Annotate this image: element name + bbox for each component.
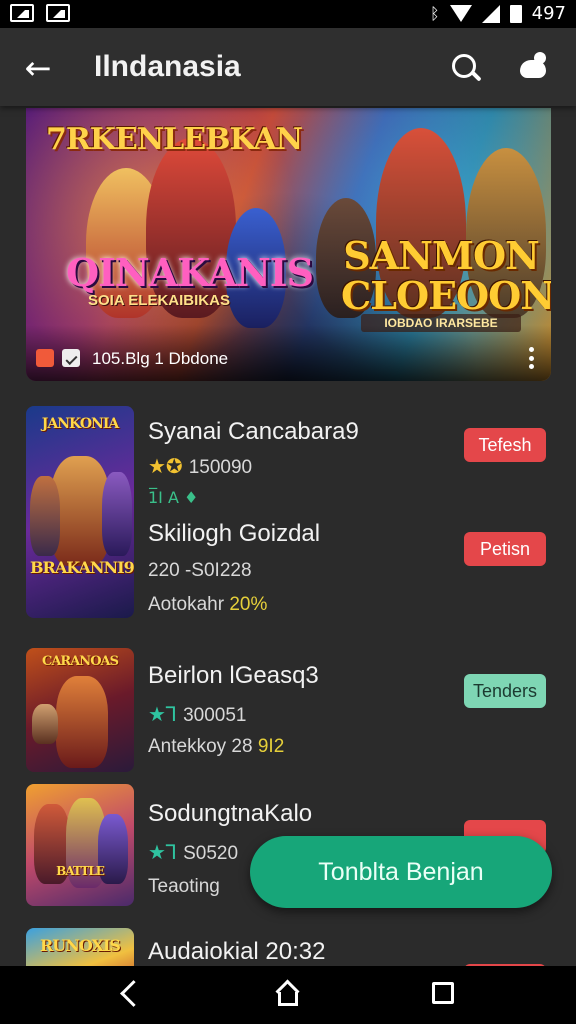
- video-icon: [36, 349, 54, 367]
- item-rating: ★✪ 150090: [148, 454, 252, 479]
- nav-home-icon[interactable]: [274, 980, 302, 1008]
- rating-value: 300051: [183, 705, 247, 726]
- game-thumbnail[interactable]: BATTLE: [26, 784, 134, 906]
- tenders-button[interactable]: Tenders: [464, 674, 546, 708]
- cloud-icon[interactable]: [514, 50, 554, 90]
- rating-value: S0520: [183, 843, 239, 864]
- item-title: Syanai Cancabara9: [148, 418, 359, 445]
- refresh-button[interactable]: Tefesh: [464, 428, 546, 462]
- bluetooth-icon: ᛒ: [430, 4, 440, 23]
- nav-recents-icon[interactable]: [432, 982, 454, 1004]
- banner-logo-left-sub: SOIA ELEKAIBIKAS: [88, 292, 230, 309]
- list-item[interactable]: CARANOAS Beirlon lGeasq3 ★⅂ 300051 Antekk…: [0, 646, 576, 772]
- item-mark: 1̅I A ♦: [148, 488, 199, 507]
- status-left-icons: [10, 4, 70, 22]
- item-detail: 220 -S0I228: [148, 560, 252, 581]
- star-icon: ★✪: [148, 454, 183, 478]
- item-title: Beirlon lGeasq3: [148, 662, 319, 689]
- thumbnail-logo-art: BRAKANNI9: [30, 558, 134, 577]
- banner-logo-top-left: 7RKENLEBKAN: [46, 122, 303, 157]
- status-time: 497: [531, 3, 566, 24]
- item-title: SodungtnaKalo: [148, 800, 313, 827]
- banner-footer-text: 105.Blg 1 Dbdone: [92, 349, 229, 368]
- star-icon: ★⅂: [148, 840, 178, 864]
- star-icon: ★⅂: [148, 702, 178, 726]
- gallery-icon: [10, 4, 34, 22]
- primary-action-button[interactable]: Tonblta Benjan: [250, 836, 552, 908]
- item-detail-highlight: 20%: [229, 594, 268, 615]
- item-detail: Antekkoy 28 9I2: [148, 736, 284, 758]
- item-detail: Aotokahr 20%: [148, 594, 267, 616]
- item-rating: ★⅂ S0520: [148, 840, 238, 865]
- list-item[interactable]: RUNOXIS Audaiokial 20:32: [0, 928, 576, 966]
- thumbnail-logo-art: JANKONIA: [41, 416, 119, 432]
- more-vert-icon[interactable]: [523, 347, 539, 369]
- status-bar: ᛒ 497: [0, 0, 576, 28]
- check-icon: [62, 349, 80, 367]
- back-arrow-icon[interactable]: ←: [18, 48, 58, 88]
- image-icon: [46, 4, 70, 22]
- banner-logo-left: QINAKANIS: [66, 250, 314, 295]
- banner-logo-right: SANMON CLOEOONS: [341, 233, 551, 318]
- item-subtitle: Skiliogh Goizdal: [148, 520, 321, 547]
- screen: ᛒ 497 ← Ilndanasia 7RKENLEBKAN QINAKANIS…: [0, 0, 576, 1024]
- item-detail-highlight: 9I2: [257, 736, 285, 757]
- page-title: Ilndanasia: [94, 50, 241, 83]
- search-icon[interactable]: [446, 50, 486, 90]
- game-thumbnail[interactable]: CARANOAS: [26, 648, 134, 772]
- status-right-icons: ᛒ 497: [430, 3, 566, 24]
- game-thumbnail[interactable]: JANKONIA BRAKANNI9: [26, 406, 134, 618]
- game-thumbnail[interactable]: RUNOXIS: [26, 928, 134, 966]
- featured-banner[interactable]: 7RKENLEBKAN QINAKANIS SOIA ELEKAIBIKAS S…: [26, 108, 551, 381]
- signal-icon: [481, 4, 500, 23]
- wifi-icon: [449, 5, 472, 22]
- system-nav-bar: [0, 966, 576, 1024]
- thumbnail-logo-art: RUNOXIS: [40, 936, 121, 955]
- thumbnail-logo-art: BATTLE: [56, 864, 105, 878]
- app-bar: ← Ilndanasia: [0, 28, 576, 106]
- petition-button[interactable]: Petisn: [464, 532, 546, 566]
- item-title: Audaiokial 20:32: [148, 938, 326, 965]
- rating-value: 150090: [188, 457, 253, 478]
- item-detail: Teaoting: [148, 876, 220, 897]
- nav-back-icon[interactable]: [116, 980, 142, 1006]
- battery-icon: [509, 4, 522, 23]
- thumbnail-logo-art: CARANOAS: [41, 654, 119, 669]
- item-rating: ★⅂ 300051: [148, 702, 246, 727]
- list-item[interactable]: JANKONIA BRAKANNI9 Syanai Cancabara9 ★✪ 1…: [0, 404, 576, 620]
- banner-footer: 105.Blg 1 Dbdone: [26, 325, 551, 381]
- item-detail-prefix: Aotokahr: [148, 594, 225, 615]
- item-detail-prefix: Antekkoy 28: [148, 736, 253, 757]
